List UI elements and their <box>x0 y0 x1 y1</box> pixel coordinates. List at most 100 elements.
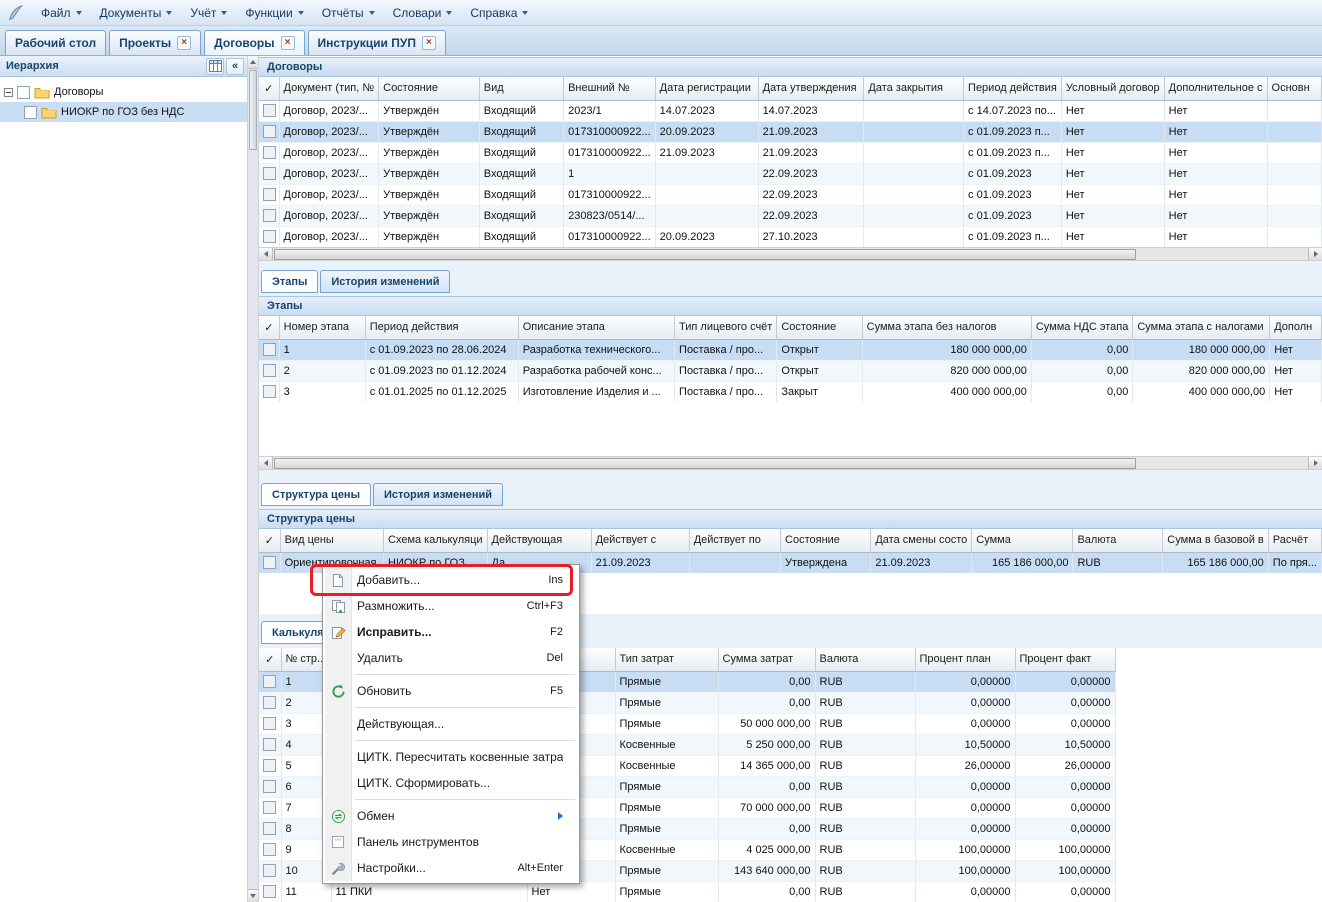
row-checkbox[interactable] <box>263 167 276 180</box>
row-checkbox[interactable] <box>263 843 276 856</box>
row-checkbox[interactable] <box>263 675 276 688</box>
close-tab-icon[interactable]: × <box>177 36 191 50</box>
column-header[interactable]: Период действия <box>964 77 1062 100</box>
column-header[interactable]: Состояние <box>781 529 871 552</box>
column-header[interactable]: Действует по <box>689 529 780 552</box>
workspace-tab-contracts[interactable]: Договоры× <box>204 30 304 55</box>
row-checkbox[interactable] <box>263 822 276 835</box>
row-checkbox[interactable] <box>263 385 276 398</box>
menubar-item-dictionaries[interactable]: Словари <box>384 0 462 25</box>
row-checkbox[interactable] <box>263 364 276 377</box>
grid-view-icon[interactable] <box>206 58 224 75</box>
context-menu-item-set-active[interactable]: Действующая... <box>325 711 577 737</box>
context-menu-item-delete[interactable]: УдалитьDel <box>325 645 577 671</box>
row-checkbox[interactable] <box>263 885 276 898</box>
column-header[interactable]: Документ (тип, № <box>279 77 379 100</box>
price-tab-history[interactable]: История изменений <box>373 483 503 506</box>
close-tab-icon[interactable]: × <box>422 36 436 50</box>
column-header[interactable]: Схема калькуляци <box>384 529 488 552</box>
close-tab-icon[interactable]: × <box>281 36 295 50</box>
table-row[interactable]: Договор, 2023/...УтверждёнВходящий017310… <box>259 184 1322 205</box>
context-menu-item-edit[interactable]: Исправить...F2 <box>325 619 577 645</box>
column-header[interactable]: Состояние <box>379 77 480 100</box>
table-row[interactable]: Договор, 2023/...УтверждёнВходящий2023/1… <box>259 100 1322 121</box>
row-checkbox[interactable] <box>263 738 276 751</box>
table-row[interactable]: Договор, 2023/...УтверждёнВходящий017310… <box>259 226 1322 247</box>
column-header[interactable]: Дата утверждения <box>758 77 864 100</box>
column-header[interactable]: Номер этапа <box>279 316 365 339</box>
table-row[interactable]: 3с 01.01.2025 по 01.12.2025Изготовление … <box>259 381 1322 402</box>
row-checkbox[interactable] <box>263 209 276 222</box>
table-row[interactable]: Договор, 2023/...УтверждёнВходящий122.09… <box>259 163 1322 184</box>
tree-checkbox[interactable] <box>17 86 30 99</box>
column-header[interactable]: Действует с <box>591 529 689 552</box>
check-all-header[interactable]: ✓ <box>259 316 279 339</box>
menubar-item-functions[interactable]: Функции <box>236 0 312 25</box>
horizontal-scroll-thumb[interactable] <box>274 249 1136 260</box>
column-header[interactable]: Сумма в базовой в <box>1163 529 1268 552</box>
table-row[interactable]: Договор, 2023/...УтверждёнВходящий017310… <box>259 142 1322 163</box>
column-header[interactable]: Условный договор <box>1061 77 1164 100</box>
column-header[interactable]: Сумма затрат <box>718 648 815 671</box>
tree-node-root[interactable]: Договоры <box>0 82 247 102</box>
context-menu-item-refresh[interactable]: ОбновитьF5 <box>325 678 577 704</box>
workspace-tab-projects[interactable]: Проекты× <box>109 30 201 55</box>
scroll-up-button[interactable] <box>248 56 258 69</box>
column-header[interactable]: Описание этапа <box>518 316 674 339</box>
row-checkbox[interactable] <box>263 696 276 709</box>
row-checkbox[interactable] <box>263 780 276 793</box>
scroll-right-button[interactable] <box>1308 457 1322 469</box>
vertical-scrollbar[interactable] <box>247 56 259 902</box>
column-header[interactable]: Вид цены <box>280 529 383 552</box>
column-header[interactable]: Дата регистрации <box>655 77 758 100</box>
row-checkbox[interactable] <box>263 759 276 772</box>
table-row[interactable]: 2с 01.09.2023 по 01.12.2024Разработка ра… <box>259 360 1322 381</box>
scroll-left-button[interactable] <box>259 248 273 260</box>
column-header[interactable]: Процент план <box>915 648 1015 671</box>
tree-node-child[interactable]: НИОКР по ГОЗ без НДС <box>0 102 247 122</box>
stages-tab-history[interactable]: История изменений <box>320 270 450 293</box>
vertical-scroll-thumb[interactable] <box>249 70 257 150</box>
column-header[interactable]: Сумма этапа без налогов <box>862 316 1031 339</box>
table-row[interactable]: 1111 ПКИНетПрямые0,00RUB0,000000,00000 <box>259 881 1115 902</box>
tree-expander-icon[interactable] <box>4 88 13 97</box>
row-checkbox[interactable] <box>263 717 276 730</box>
column-header[interactable]: Сумма НДС этапа <box>1031 316 1133 339</box>
collapse-panel-icon[interactable]: « <box>226 58 244 75</box>
column-header[interactable]: Расчёт <box>1268 529 1321 552</box>
context-menu-item-citk-generate[interactable]: ЦИТК. Сформировать... <box>325 770 577 796</box>
column-header[interactable]: Дополн <box>1270 316 1322 339</box>
table-row[interactable]: Договор, 2023/...УтверждёнВходящий230823… <box>259 205 1322 226</box>
row-checkbox[interactable] <box>263 230 276 243</box>
column-header[interactable]: Тип лицевого счёт <box>675 316 777 339</box>
contracts-horizontal-scrollbar[interactable] <box>259 247 1322 261</box>
context-menu-item-settings[interactable]: Настройки...Alt+Enter <box>325 855 577 881</box>
column-header[interactable]: Вид <box>479 77 563 100</box>
check-all-header[interactable]: ✓ <box>259 77 279 100</box>
scroll-left-button[interactable] <box>259 457 273 469</box>
scroll-down-button[interactable] <box>248 889 258 902</box>
column-header[interactable]: Дата закрытия <box>864 77 964 100</box>
column-header[interactable]: Валюта <box>815 648 915 671</box>
stages-tab-stages[interactable]: Этапы <box>261 270 318 293</box>
column-header[interactable]: Действующая <box>487 529 591 552</box>
column-header[interactable]: Процент факт <box>1015 648 1115 671</box>
workspace-tab-desktop[interactable]: Рабочий стол <box>5 30 106 55</box>
tree-checkbox[interactable] <box>24 106 37 119</box>
menubar-item-documents[interactable]: Документы <box>91 0 182 25</box>
column-header[interactable]: Тип затрат <box>615 648 718 671</box>
context-menu-item-duplicate[interactable]: Размножить...Ctrl+F3 <box>325 593 577 619</box>
table-row[interactable]: Договор, 2023/...УтверждёнВходящий017310… <box>259 121 1322 142</box>
context-menu-item-exchange[interactable]: Обмен <box>325 803 577 829</box>
column-header[interactable]: Дата смены состо <box>871 529 972 552</box>
table-row[interactable]: 1с 01.09.2023 по 28.06.2024Разработка те… <box>259 339 1322 360</box>
price-tab-price-structure[interactable]: Структура цены <box>261 483 371 506</box>
row-checkbox[interactable] <box>263 125 276 138</box>
row-checkbox[interactable] <box>263 146 276 159</box>
workspace-tab-pup-instructions[interactable]: Инструкции ПУП× <box>308 30 446 55</box>
scroll-right-button[interactable] <box>1308 248 1322 260</box>
column-header[interactable]: Дополнительное с <box>1164 77 1267 100</box>
menubar-item-reports[interactable]: Отчёты <box>313 0 384 25</box>
check-all-header[interactable]: ✓ <box>259 529 280 552</box>
row-checkbox[interactable] <box>263 188 276 201</box>
